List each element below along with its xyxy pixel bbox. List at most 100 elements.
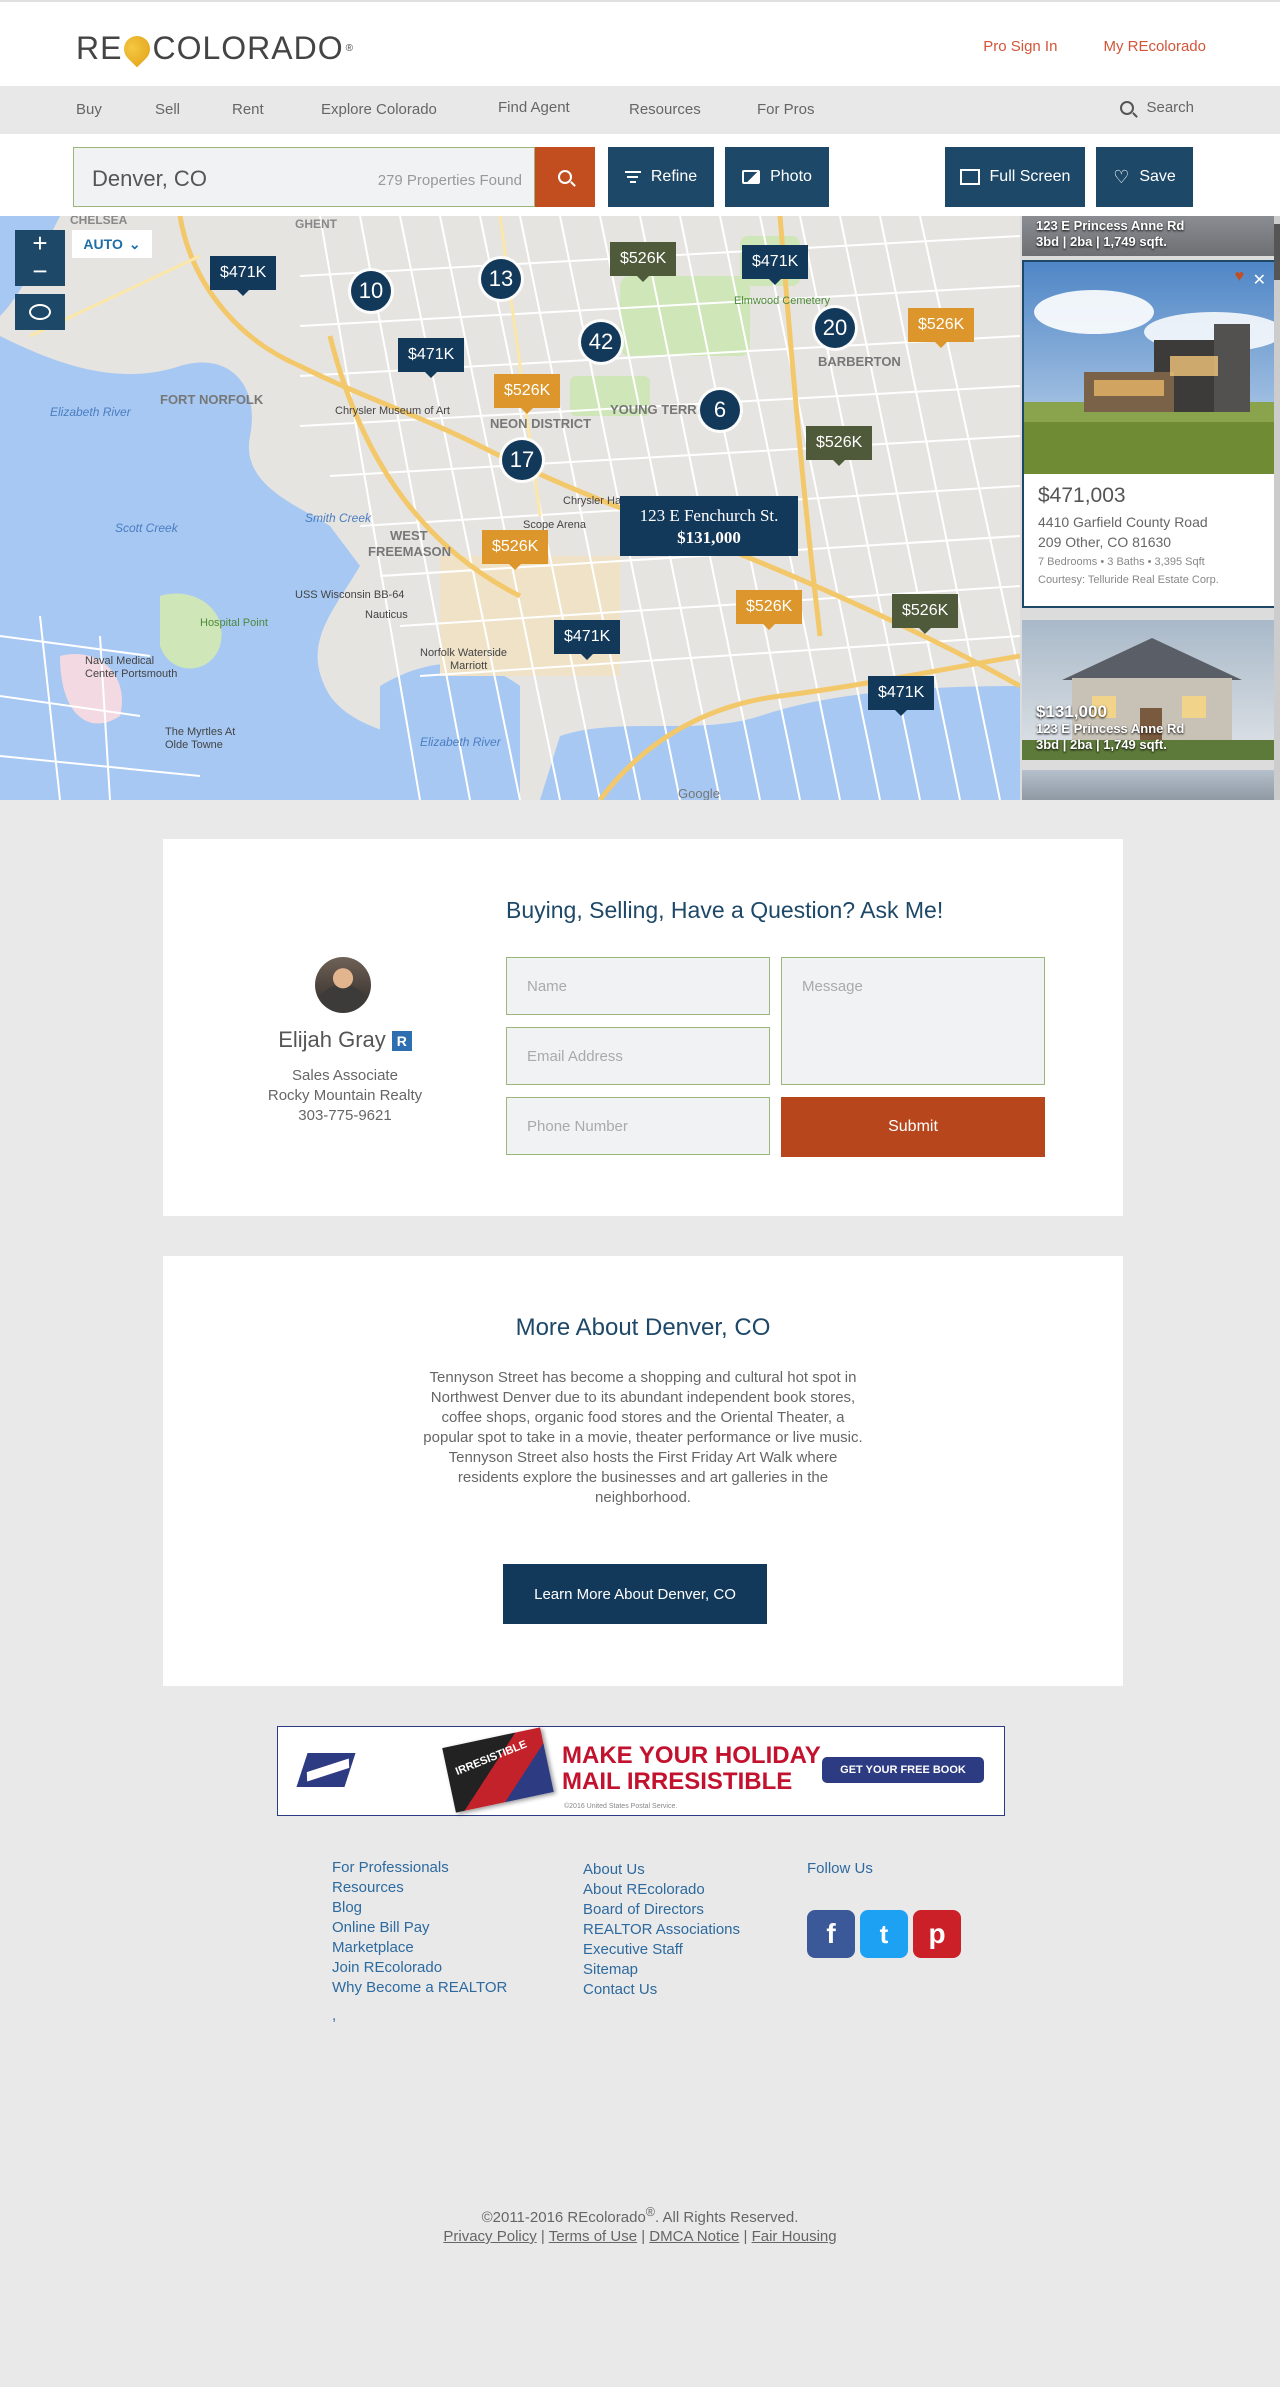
pro-sign-in-link[interactable]: Pro Sign In — [983, 38, 1057, 55]
price-marker[interactable]: $526K — [892, 594, 959, 634]
message-field[interactable]: Message — [781, 957, 1045, 1085]
featured-listing-card[interactable]: ♥ ✕ $471,003 4410 Garfield County Road 2… — [1022, 260, 1278, 608]
agent-company: Rocky Mountain Realty — [267, 1087, 423, 1104]
footer-link-online-bill-pay[interactable]: Online Bill Pay — [332, 1918, 507, 1938]
listing-photo — [1024, 262, 1276, 474]
terms-of-use-link[interactable]: Terms of Use — [549, 2228, 637, 2245]
name-placeholder: Name — [527, 977, 568, 995]
footer-link-resources[interactable]: Resources — [332, 1878, 507, 1898]
ad-headline-line2: MAIL IRRESISTIBLE — [562, 1768, 793, 1795]
map-label-fort-norfolk: FORT NORFOLK — [160, 392, 264, 407]
recolorado-logo[interactable]: RE COLORADO ® — [76, 30, 354, 67]
footer-link-blog[interactable]: Blog — [332, 1898, 507, 1918]
nav-for-pros[interactable]: For Pros — [757, 101, 815, 118]
draw-area-button[interactable] — [15, 294, 65, 330]
listing-address: 123 E Princess Anne Rd — [1036, 721, 1185, 736]
usps-ad-banner[interactable]: IRRESISTIBLE MAKE YOUR HOLIDAY MAIL IRRE… — [277, 1726, 1005, 1816]
footer-link-contact-us[interactable]: Contact Us — [583, 1980, 740, 2000]
footer-link-join[interactable]: Join REcolorado — [332, 1958, 507, 1978]
ad-headline: MAKE YOUR HOLIDAY MAIL IRRESISTIBLE — [562, 1743, 821, 1795]
listing-card[interactable] — [1022, 770, 1276, 800]
footer-column-2: About Us About REcolorado Board of Direc… — [583, 1860, 740, 2000]
listing-card[interactable]: $131,000 123 E Princess Anne Rd 3bd | 2b… — [1022, 620, 1276, 760]
footer-link-about-us[interactable]: About Us — [583, 1860, 740, 1880]
agent-name: Elijah Gray — [278, 1027, 386, 1052]
cluster-marker[interactable]: 6 — [700, 390, 740, 430]
nav-find-agent[interactable]: Find Agent — [498, 99, 570, 116]
map-label-west-freemason: WEST — [390, 528, 428, 543]
favorite-heart-icon[interactable]: ♥ — [1235, 268, 1245, 286]
price-marker[interactable]: $526K — [610, 242, 677, 282]
footer-link-sitemap[interactable]: Sitemap — [583, 1960, 740, 1980]
nav-buy[interactable]: Buy — [76, 101, 102, 118]
price-marker[interactable]: $471K — [210, 256, 277, 296]
cluster-marker[interactable]: 13 — [481, 259, 521, 299]
auto-view-dropdown[interactable]: AUTO ⌄ — [72, 230, 152, 258]
price-marker[interactable]: $471K — [554, 620, 621, 660]
price-marker[interactable]: $526K — [482, 530, 549, 570]
nav-search[interactable]: Search — [1120, 99, 1194, 116]
footer-link-board[interactable]: Board of Directors — [583, 1900, 740, 1920]
dmca-notice-link[interactable]: DMCA Notice — [649, 2228, 739, 2245]
zoom-control: + − — [15, 230, 65, 286]
listing-card[interactable]: 123 E Princess Anne Rd 3bd | 2ba | 1,749… — [1022, 216, 1276, 256]
map-label-neon-district: NEON DISTRICT — [490, 416, 591, 431]
cluster-marker[interactable]: 42 — [581, 322, 621, 362]
price-marker[interactable]: $526K — [736, 590, 803, 630]
photo-view-button[interactable]: Photo — [725, 147, 829, 207]
footer-link-why-realtor[interactable]: Why Become a REALTOR — [332, 1978, 507, 1998]
price-marker[interactable]: $526K — [494, 374, 561, 414]
footer-link-marketplace[interactable]: Marketplace — [332, 1938, 507, 1958]
pinterest-icon[interactable]: p — [913, 1910, 961, 1958]
message-placeholder: Message — [802, 978, 863, 995]
email-field[interactable]: Email Address — [506, 1027, 770, 1085]
twitter-icon[interactable]: t — [860, 1910, 908, 1958]
zoom-out-button[interactable]: − — [15, 258, 65, 286]
property-map[interactable]: CHELSEA GHENT FORT NORFOLK NEON DISTRICT… — [0, 216, 1280, 800]
ad-cta-button[interactable]: GET YOUR FREE BOOK — [822, 1757, 984, 1783]
price-marker[interactable]: $471K — [868, 676, 935, 716]
map-label-nauticus: Nauticus — [365, 609, 408, 621]
location-search-input[interactable]: Denver, CO 279 Properties Found — [73, 147, 535, 207]
nav-sell[interactable]: Sell — [155, 101, 180, 118]
full-screen-button[interactable]: Full Screen — [945, 147, 1085, 207]
name-field[interactable]: Name — [506, 957, 770, 1015]
map-label-hospital-point: Hospital Point — [200, 617, 268, 629]
refine-button[interactable]: Refine — [608, 147, 714, 207]
price-marker[interactable]: $471K — [742, 245, 809, 285]
cluster-marker[interactable]: 17 — [502, 440, 542, 480]
footer-stray-comma: , — [332, 2007, 337, 2024]
learn-more-button[interactable]: Learn More About Denver, CO — [503, 1564, 767, 1624]
footer-link-about-recolorado[interactable]: About REcolorado — [583, 1880, 740, 1900]
map-label-elizabeth-river: Elizabeth River — [50, 405, 132, 419]
footer-link-associations[interactable]: REALTOR Associations — [583, 1920, 740, 1940]
save-search-button[interactable]: ♡ Save — [1096, 147, 1193, 207]
search-submit-button[interactable] — [535, 147, 595, 207]
phone-field[interactable]: Phone Number — [506, 1097, 770, 1155]
price-marker[interactable]: $526K — [908, 308, 975, 348]
price-marker[interactable]: $471K — [398, 338, 465, 378]
facebook-icon[interactable]: f — [807, 1910, 855, 1958]
more-about-title: More About Denver, CO — [515, 1314, 771, 1341]
nav-rent[interactable]: Rent — [232, 101, 264, 118]
price-marker[interactable]: $526K — [806, 426, 873, 466]
search-icon — [1120, 100, 1135, 115]
cluster-marker[interactable]: 10 — [351, 271, 391, 311]
close-icon[interactable]: ✕ — [1253, 270, 1266, 290]
footer-link-executive-staff[interactable]: Executive Staff — [583, 1940, 740, 1960]
agent-phone[interactable]: 303-775-9621 — [163, 1107, 527, 1124]
my-recolorado-link[interactable]: My REcolorado — [1103, 38, 1206, 55]
listing-scrollbar[interactable] — [1274, 216, 1280, 800]
submit-button[interactable]: Submit — [781, 1097, 1045, 1157]
zoom-in-button[interactable]: + — [15, 230, 65, 258]
listing-price: $471,003 — [1038, 484, 1126, 507]
map-listing-popup[interactable]: 123 E Fenchurch St. $131,000 — [620, 496, 798, 556]
cluster-marker[interactable]: 20 — [815, 308, 855, 348]
map-label-myrtles: The Myrtles At — [165, 726, 235, 738]
privacy-policy-link[interactable]: Privacy Policy — [443, 2228, 536, 2245]
footer-link-for-professionals[interactable]: For Professionals — [332, 1858, 507, 1878]
nav-explore-colorado[interactable]: Explore Colorado — [321, 101, 437, 118]
fair-housing-link[interactable]: Fair Housing — [752, 2228, 837, 2245]
nav-resources[interactable]: Resources — [629, 101, 701, 118]
copyright: ©2011-2016 REcolorado®. All Rights Reser… — [0, 2205, 1280, 2226]
